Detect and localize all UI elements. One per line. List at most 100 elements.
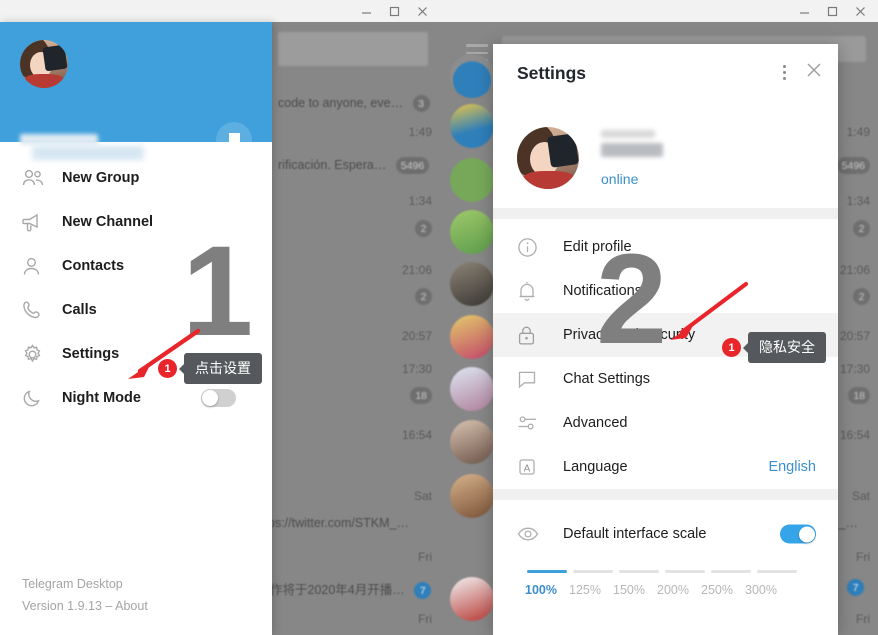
interface-scale-toggle[interactable] bbox=[780, 524, 816, 544]
profile-summary[interactable]: online bbox=[493, 102, 838, 208]
menu-item-label: Night Mode bbox=[62, 390, 141, 406]
chat-time: 1:34 bbox=[408, 194, 432, 208]
phone-icon bbox=[22, 300, 56, 320]
info-icon bbox=[517, 237, 563, 258]
menu-item-new-group[interactable]: New Group bbox=[0, 156, 272, 200]
avatar[interactable] bbox=[517, 127, 579, 189]
language-value[interactable]: English bbox=[768, 459, 816, 475]
drawer-footer: Telegram Desktop Version 1.9.13 – About bbox=[22, 573, 148, 617]
interface-scale-slider[interactable] bbox=[527, 570, 808, 573]
avatar[interactable] bbox=[20, 40, 68, 88]
window-controls-left bbox=[352, 0, 440, 22]
scale-option-150[interactable]: 150% bbox=[607, 583, 651, 597]
chat-snippet: rificación. Espera… 5496 bbox=[278, 157, 430, 174]
chat-time: Sat bbox=[851, 489, 870, 503]
chat-snippet: code to anyone, eve… 3 bbox=[278, 95, 430, 112]
minimize-icon[interactable] bbox=[352, 0, 380, 22]
kebab-menu-icon[interactable] bbox=[782, 64, 786, 81]
menu-item-label: Contacts bbox=[62, 258, 125, 274]
app-version-label[interactable]: Version 1.9.13 – About bbox=[22, 595, 148, 617]
maximize-icon[interactable] bbox=[818, 0, 846, 22]
saved-messages-button[interactable] bbox=[216, 122, 252, 158]
gear-icon bbox=[22, 343, 56, 365]
step-number-badge: 1 bbox=[158, 359, 177, 378]
settings-item-label: Default interface scale bbox=[563, 526, 707, 542]
menu-item-label: Calls bbox=[62, 302, 97, 318]
bookmark-icon bbox=[228, 132, 240, 148]
avatar bbox=[450, 104, 494, 148]
close-icon[interactable] bbox=[846, 0, 874, 22]
profile-name-redacted bbox=[601, 129, 655, 138]
telegram-window-left: code to anyone, eve… 3 1:49 rificación. … bbox=[0, 0, 440, 635]
avatar bbox=[450, 367, 494, 411]
avatar bbox=[450, 577, 494, 621]
interface-scale-labels: 100% 125% 150% 200% 250% 300% bbox=[517, 583, 816, 597]
unread-badge: 2 bbox=[853, 220, 870, 237]
screenshot-root: code to anyone, eve… 3 1:49 rificación. … bbox=[0, 0, 878, 635]
scale-option-200[interactable]: 200% bbox=[651, 583, 695, 597]
chat-time: 16:54 bbox=[839, 428, 870, 442]
chat-snippet-text: ps://twitter.com/STKM_… bbox=[268, 516, 410, 530]
unread-badge: 2 bbox=[415, 220, 432, 237]
step-number-badge: 1 bbox=[722, 338, 741, 357]
settings-item-language[interactable]: A Language English bbox=[493, 445, 838, 489]
settings-item-label: Language bbox=[563, 459, 628, 475]
settings-item-advanced[interactable]: Advanced bbox=[493, 401, 838, 445]
person-icon bbox=[22, 257, 56, 276]
unread-badge: 5496 bbox=[836, 157, 870, 174]
unread-badge: 18 bbox=[410, 387, 432, 404]
settings-item-label: Advanced bbox=[563, 415, 628, 431]
chat-time: 17:30 bbox=[839, 362, 870, 376]
minimize-icon[interactable] bbox=[790, 0, 818, 22]
callout-right: 1 隐私安全 bbox=[722, 332, 826, 363]
unread-badge: 7 bbox=[414, 582, 432, 600]
tooltip-text: 点击设置 bbox=[184, 353, 262, 384]
chat-time: 20:57 bbox=[401, 329, 432, 343]
chat-time: 20:57 bbox=[839, 329, 870, 343]
section-divider bbox=[493, 489, 838, 500]
chat-time: 1:49 bbox=[846, 125, 870, 139]
avatar bbox=[450, 262, 494, 306]
online-status-label: online bbox=[601, 170, 639, 187]
window-controls-right bbox=[790, 0, 878, 22]
scale-option-250[interactable]: 250% bbox=[695, 583, 739, 597]
chat-snippet-text: 作将于2020年4月开播… bbox=[270, 583, 405, 597]
app-name-label: Telegram Desktop bbox=[22, 577, 123, 591]
dialog-header-actions bbox=[782, 62, 822, 83]
chat-counter-wrap: 18 bbox=[842, 387, 870, 404]
avatar bbox=[450, 210, 494, 254]
chat-snippet-text: code to anyone, eve… bbox=[278, 95, 404, 110]
scale-option-300[interactable]: 300% bbox=[739, 583, 783, 597]
settings-item-default-interface-scale[interactable]: Default interface scale bbox=[493, 512, 838, 556]
lock-icon bbox=[517, 325, 563, 346]
drawer-header bbox=[0, 22, 272, 158]
menu-item-label: New Group bbox=[62, 170, 140, 186]
night-mode-toggle[interactable] bbox=[201, 389, 236, 407]
chat-time: Sat bbox=[413, 489, 432, 503]
unread-badge: 7 bbox=[847, 579, 864, 596]
close-icon[interactable] bbox=[806, 62, 822, 83]
profile-text: online bbox=[601, 129, 663, 187]
search-placeholder-block bbox=[278, 32, 428, 66]
scale-option-125[interactable]: 125% bbox=[563, 583, 607, 597]
dialog-title: Settings bbox=[517, 62, 587, 83]
avatar bbox=[450, 420, 494, 464]
chat-time: 21:06 bbox=[839, 263, 870, 277]
avatar bbox=[450, 158, 494, 202]
scale-option-100[interactable]: 100% bbox=[519, 583, 563, 597]
step-watermark-2: 2 bbox=[596, 228, 668, 371]
group-icon bbox=[22, 169, 56, 187]
maximize-icon[interactable] bbox=[380, 0, 408, 22]
chat-counter-wrap: 2 bbox=[409, 220, 432, 237]
step-watermark-1: 1 bbox=[182, 220, 254, 363]
sliders-icon bbox=[517, 414, 563, 432]
chat-time: Fri bbox=[418, 612, 432, 626]
callout-left: 1 点击设置 bbox=[158, 353, 262, 384]
avatar bbox=[450, 54, 494, 98]
interface-scale-slider-wrap: 100% 125% 150% 200% 250% 300% bbox=[493, 556, 838, 607]
unread-badge: 18 bbox=[848, 387, 870, 404]
chat-counter-wrap: 2 bbox=[847, 288, 870, 305]
chat-icon bbox=[517, 369, 563, 389]
profile-name-redacted bbox=[20, 134, 98, 145]
close-icon[interactable] bbox=[408, 0, 436, 22]
